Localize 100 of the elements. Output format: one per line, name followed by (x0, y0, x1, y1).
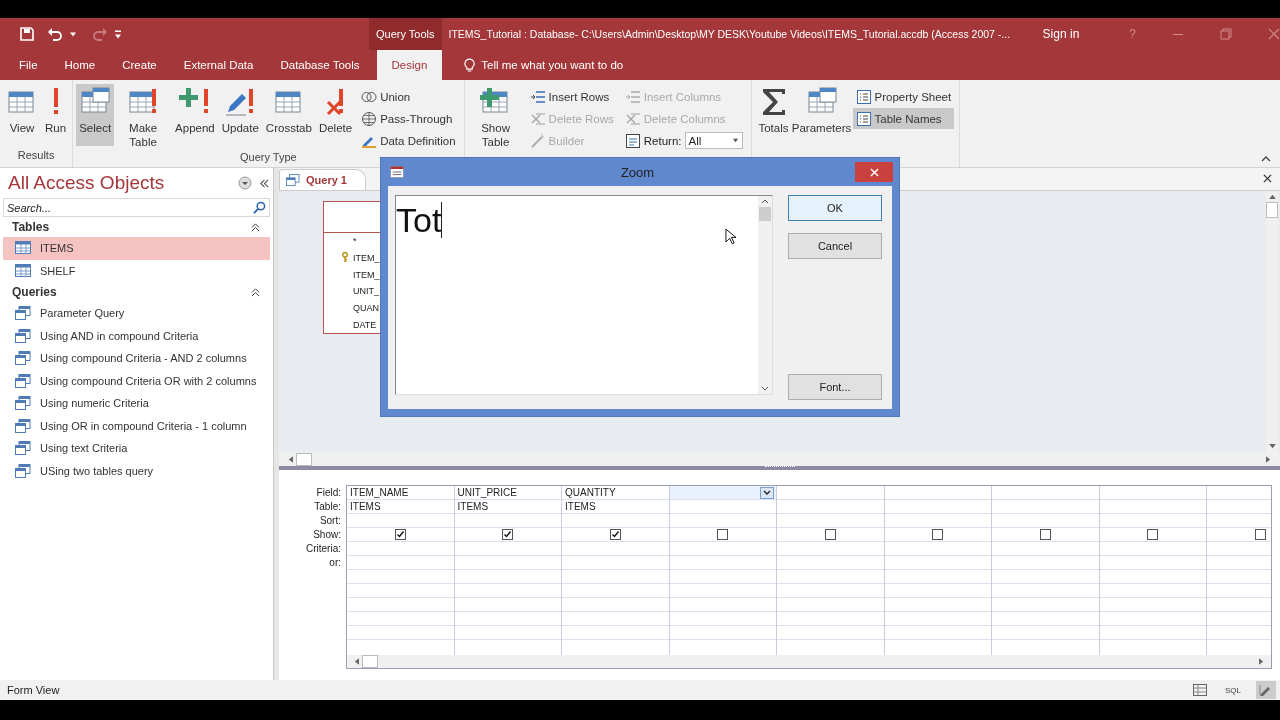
collapse-pane-icon[interactable] (259, 177, 270, 189)
undo-icon[interactable] (47, 26, 63, 42)
checkbox[interactable] (824, 529, 836, 540)
design-view-button[interactable] (1256, 681, 1276, 699)
field-dropdown[interactable] (669, 486, 776, 500)
navigation-item[interactable]: Using compound Criteria OR with 2 columns (3, 369, 270, 392)
dialog-button[interactable]: OK (788, 195, 882, 221)
field-name[interactable]: QUAN (353, 303, 379, 314)
document-tab[interactable]: Query 1 (279, 169, 366, 190)
field-name[interactable]: DATE (353, 320, 377, 330)
close-button[interactable] (855, 162, 893, 182)
save-icon[interactable] (19, 26, 35, 42)
table-value: ITEMS (565, 500, 596, 513)
ribbon-button[interactable]: Data Definition (358, 130, 459, 151)
checkbox[interactable] (609, 529, 621, 540)
section-header[interactable]: Tables (12, 220, 50, 234)
navigation-item[interactable]: Using compound Criteria - AND 2 columns (3, 347, 270, 370)
sign-in-link[interactable]: Sign in (1042, 27, 1080, 41)
checkbox[interactable] (394, 529, 406, 540)
navigation-item[interactable]: Using AND in compound Criteria (3, 324, 270, 347)
horizontal-scrollbar[interactable] (279, 452, 1280, 466)
scroll-up-icon[interactable] (761, 199, 769, 204)
dialog-button[interactable]: Cancel (788, 233, 882, 259)
collapse-ribbon-icon[interactable] (1261, 156, 1271, 162)
navigation-item[interactable]: USing two tables query (3, 459, 270, 482)
return-dropdown[interactable]: All (684, 132, 743, 149)
dialog-button[interactable]: Font... (788, 374, 882, 400)
close-icon[interactable] (1263, 174, 1272, 183)
navigation-item[interactable]: ITEMS (3, 237, 270, 260)
ribbon-button[interactable]: Make Table (115, 84, 172, 146)
tell-me-field[interactable]: Tell me what you want to do (481, 59, 662, 71)
row-label: Field: (316, 486, 341, 500)
scroll-thumb[interactable] (362, 655, 378, 668)
scroll-left-icon[interactable] (354, 658, 359, 665)
checkbox[interactable] (932, 529, 944, 540)
query-icon (15, 441, 31, 456)
caret-icon[interactable] (731, 137, 739, 144)
scroll-down-icon[interactable] (1268, 444, 1276, 449)
collapse-icon[interactable] (251, 222, 260, 232)
table-value: ITEMS (457, 500, 489, 513)
ribbon-button[interactable]: Pass-Through (358, 108, 459, 129)
section-header[interactable]: Queries (12, 285, 57, 299)
checkbox[interactable] (717, 529, 729, 540)
navigation-item[interactable]: Using text Criteria (3, 437, 270, 460)
ribbon-tab[interactable]: Design (376, 50, 443, 80)
field-name[interactable]: ITEM_ (353, 252, 380, 263)
navigation-item[interactable]: Parameter Query (3, 302, 270, 325)
ribbon-tab[interactable]: External Data (173, 50, 264, 80)
ribbon-tab[interactable]: Create (112, 50, 167, 80)
checkbox[interactable] (502, 529, 514, 540)
ribbon-tab[interactable]: Database Tools (270, 50, 370, 80)
scroll-down-icon[interactable] (761, 386, 769, 391)
checkbox[interactable] (1039, 529, 1051, 540)
ribbon-button[interactable]: Property Sheet (852, 86, 955, 107)
datasheet-view-button[interactable] (1190, 681, 1210, 699)
ribbon-button[interactable]: Show Table (467, 84, 524, 146)
navigation-item[interactable]: Using numeric Criteria (3, 392, 270, 415)
scroll-thumb[interactable] (1266, 202, 1278, 218)
scroll-up-icon[interactable] (1268, 194, 1276, 199)
query-icon (15, 373, 31, 388)
cross-icon (529, 110, 546, 127)
scroll-thumb[interactable] (759, 207, 771, 221)
scroll-left-icon[interactable] (288, 455, 293, 463)
ribbon-button[interactable]: Select (76, 84, 115, 146)
ribbon-button[interactable]: View (3, 84, 41, 146)
design-icon (1259, 684, 1273, 696)
ribbon-button[interactable]: Update (218, 84, 262, 146)
ribbon-button[interactable]: Table Names (852, 108, 955, 129)
ribbon-button[interactable]: Append (172, 84, 218, 146)
dropdown-icon[interactable] (760, 487, 774, 499)
scroll-thumb[interactable] (296, 452, 312, 466)
ribbon-tab[interactable]: Home (54, 50, 106, 80)
ribbon-button[interactable]: Union (358, 86, 459, 107)
field-name[interactable]: * (353, 236, 357, 246)
field-value: ITEM_NAME (350, 486, 409, 499)
ribbon-button[interactable]: Delete (315, 84, 356, 146)
checkbox[interactable] (1147, 529, 1159, 540)
zoom-text-box[interactable]: Tot (395, 195, 773, 395)
checkbox[interactable] (1254, 529, 1266, 540)
ribbon-button[interactable]: Crosstab (262, 84, 315, 146)
vertical-scrollbar[interactable] (1266, 191, 1278, 452)
horizontal-scrollbar[interactable] (347, 655, 1271, 668)
ribbon-button[interactable]: Parameters (793, 84, 850, 146)
field-name[interactable]: ITEM_ (353, 269, 380, 280)
collapse-icon[interactable] (251, 287, 260, 297)
ribbon-button[interactable]: Totals (754, 84, 793, 146)
navigation-item[interactable]: Using OR in compound Criteria - 1 column (3, 414, 270, 437)
search-box[interactable]: Search... (3, 198, 270, 217)
ribbon-button[interactable]: Insert Rows (526, 86, 617, 107)
scroll-right-icon[interactable] (1266, 455, 1271, 463)
lightbulb-icon (464, 57, 476, 73)
navigation-item[interactable]: SHELF (3, 259, 270, 282)
query-grid[interactable]: ITEM_NAME ITEMS UNIT_PRICE ITEMS QUANTITY ITEMS (346, 485, 1272, 669)
ribbon-tab[interactable]: File (9, 50, 48, 80)
field-name[interactable]: UNIT_ (353, 286, 379, 297)
dropdown-icon[interactable] (238, 176, 252, 190)
vertical-scrollbar[interactable] (758, 196, 772, 394)
ribbon-button[interactable]: Run (42, 84, 70, 146)
sql-view-button[interactable]: SQL (1222, 681, 1244, 699)
scroll-right-icon[interactable] (1259, 658, 1264, 665)
